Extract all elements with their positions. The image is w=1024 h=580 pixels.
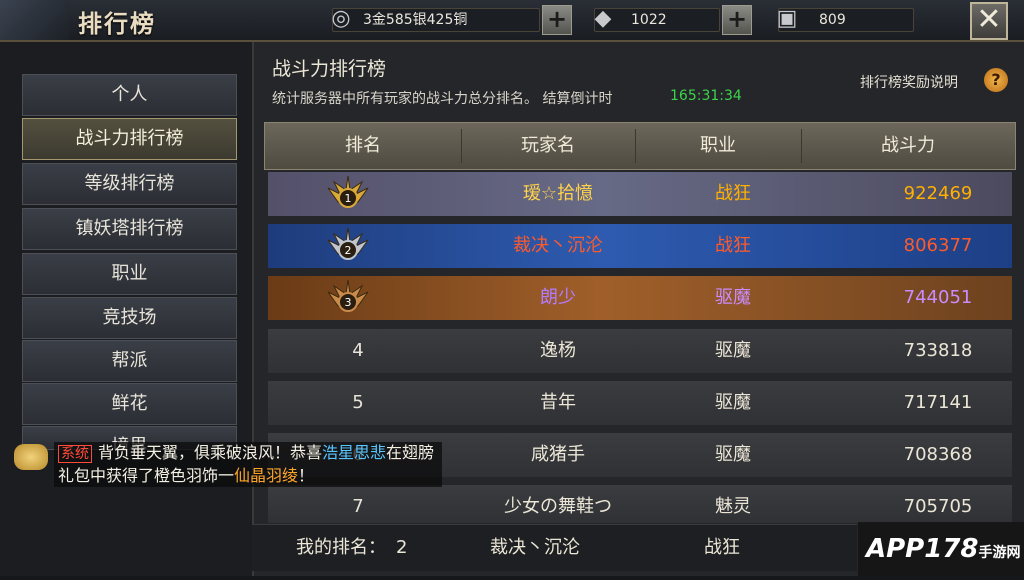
rank-medal-icon: 1 xyxy=(327,175,369,208)
my-rank-name: 裁决丶沉沦 xyxy=(490,537,580,558)
player-class: 战狂 xyxy=(715,183,751,204)
player-class: 驱魔 xyxy=(715,287,751,308)
my-rank-class: 战狂 xyxy=(704,537,740,558)
page-title: 排行榜 xyxy=(78,10,156,38)
ticket-icon: ▣ xyxy=(776,6,798,31)
sidebar-item-personal[interactable]: 个人 xyxy=(22,74,237,116)
table-row[interactable]: 7 少女の舞鞋つ 魅灵 705705 xyxy=(268,485,1012,523)
chat-player-name[interactable]: 浩星思悲 xyxy=(322,443,386,462)
player-power: 733818 xyxy=(903,340,973,361)
player-power: 717141 xyxy=(903,392,973,413)
header-power: 战斗力 xyxy=(881,135,935,156)
player-class: 驱魔 xyxy=(715,444,751,465)
player-name[interactable]: 裁决丶沉沦 xyxy=(448,224,668,268)
player-power: 708368 xyxy=(903,444,973,465)
rank-medal-icon: 3 xyxy=(327,279,369,312)
player-name[interactable]: 瑷☆拾憶 xyxy=(448,172,668,216)
reward-info-link[interactable]: 排行榜奖励说明 xyxy=(860,72,958,92)
player-name[interactable]: 逸杨 xyxy=(448,329,668,373)
add-gold-button[interactable]: + xyxy=(542,5,572,35)
chat-text-part-1: 背负垂天翼，俱乘破浪风！恭喜 xyxy=(98,443,323,462)
gold-value: 3金585银425铜 xyxy=(363,12,468,28)
player-class: 驱魔 xyxy=(715,392,751,413)
player-name[interactable]: 咸猪手 xyxy=(448,433,668,477)
close-icon: ✕ xyxy=(976,2,1002,37)
table-header: 排名 玩家名 职业 战斗力 xyxy=(264,122,1016,170)
player-class: 战狂 xyxy=(715,235,751,256)
sidebar-item-arena[interactable]: 竞技场 xyxy=(22,297,237,339)
rank-number: 3 xyxy=(345,296,352,309)
my-rank-bar: 我的排名： 2 裁决丶沉沦 战狂 xyxy=(252,524,857,571)
sidebar-item-guild[interactable]: 帮派 xyxy=(22,340,237,382)
sidebar: 个人 战斗力排行榜 等级排行榜 镇妖塔排行榜 职业 竞技场 帮派 鲜花 境界 xyxy=(0,42,252,576)
title-ornament xyxy=(0,0,70,40)
add-diamond-button[interactable]: + xyxy=(722,5,752,35)
my-rank-value: 2 xyxy=(396,537,408,558)
header-class: 职业 xyxy=(700,135,736,156)
rank-medal-icon: 2 xyxy=(327,227,369,260)
player-name[interactable]: 昔年 xyxy=(448,381,668,425)
sidebar-item-flowers[interactable]: 鲜花 xyxy=(22,383,237,425)
watermark-site: 手游网 xyxy=(978,545,1021,561)
rank-number: 2 xyxy=(345,244,352,257)
chat-item-name[interactable]: 仙晶羽绫 xyxy=(234,466,298,485)
ranking-panel: 战斗力排行榜 统计服务器中所有玩家的战斗力总分排名。 结算倒计时 165:31:… xyxy=(252,42,1024,576)
diamond-value: 1022 xyxy=(631,12,667,28)
rank-number: 1 xyxy=(345,192,352,205)
rank-number: 5 xyxy=(352,392,364,413)
rank-number: 4 xyxy=(352,340,364,361)
header-player-name: 玩家名 xyxy=(521,135,575,156)
player-power: 806377 xyxy=(903,235,973,256)
coin-icon: ◎ xyxy=(331,6,351,31)
close-button[interactable]: ✕ xyxy=(970,2,1008,40)
help-icon[interactable]: ? xyxy=(984,68,1008,92)
table-row[interactable]: 5 昔年 驱魔 717141 xyxy=(268,381,1012,425)
table-row[interactable]: 2 裁决丶沉沦 战狂 806377 xyxy=(268,224,1012,268)
countdown-timer: 165:31:34 xyxy=(670,88,742,104)
system-tag: 系统 xyxy=(58,445,92,463)
top-bar: 排行榜 ◎ 3金585银425铜 + ◆ 1022 + ▣ 809 ✕ xyxy=(0,0,1024,42)
diamond-currency: ◆ 1022 xyxy=(594,6,720,32)
section-title: 战斗力排行榜 xyxy=(272,58,387,80)
player-class: 魅灵 xyxy=(715,496,751,517)
header-rank: 排名 xyxy=(345,135,381,156)
table-row[interactable]: 1 瑷☆拾憶 战狂 922469 xyxy=(268,172,1012,216)
player-name[interactable]: 朗少 xyxy=(448,276,668,320)
player-name[interactable]: 少女の舞鞋つ xyxy=(448,485,668,523)
table-row[interactable]: 4 逸杨 驱魔 733818 xyxy=(268,329,1012,373)
system-chat-message[interactable]: 系统 背负垂天翼，俱乘破浪风！恭喜浩星思悲在翅膀礼包中获得了橙色羽饰一仙晶羽绫！ xyxy=(14,442,442,490)
rank-number: 7 xyxy=(352,496,364,517)
my-rank-label: 我的排名： xyxy=(296,537,386,558)
player-power: 744051 xyxy=(903,287,973,308)
player-class: 驱魔 xyxy=(715,340,751,361)
item-currency: ▣ 809 xyxy=(777,6,914,32)
chat-text-part-3: ！ xyxy=(298,466,315,485)
chat-bubble-icon[interactable] xyxy=(14,444,48,470)
ranking-description: 统计服务器中所有玩家的战斗力总分排名。 结算倒计时 xyxy=(272,91,613,107)
sidebar-item-tower-ranking[interactable]: 镇妖塔排行榜 xyxy=(22,208,237,250)
sidebar-item-class[interactable]: 职业 xyxy=(22,253,237,295)
diamond-icon: ◆ xyxy=(594,6,612,31)
watermark-brand: APP178 xyxy=(866,534,979,564)
gold-currency: ◎ 3金585银425铜 xyxy=(331,6,540,32)
site-watermark: APP178手游网 xyxy=(858,522,1024,576)
sidebar-item-level-ranking[interactable]: 等级排行榜 xyxy=(22,163,237,205)
player-power: 705705 xyxy=(903,496,973,517)
item-value: 809 xyxy=(819,12,846,28)
sidebar-item-power-ranking[interactable]: 战斗力排行榜 xyxy=(22,118,237,160)
chat-text: 系统 背负垂天翼，俱乘破浪风！恭喜浩星思悲在翅膀礼包中获得了橙色羽饰一仙晶羽绫！ xyxy=(54,442,442,487)
table-row[interactable]: 3 朗少 驱魔 744051 xyxy=(268,276,1012,320)
player-power: 922469 xyxy=(903,183,973,204)
